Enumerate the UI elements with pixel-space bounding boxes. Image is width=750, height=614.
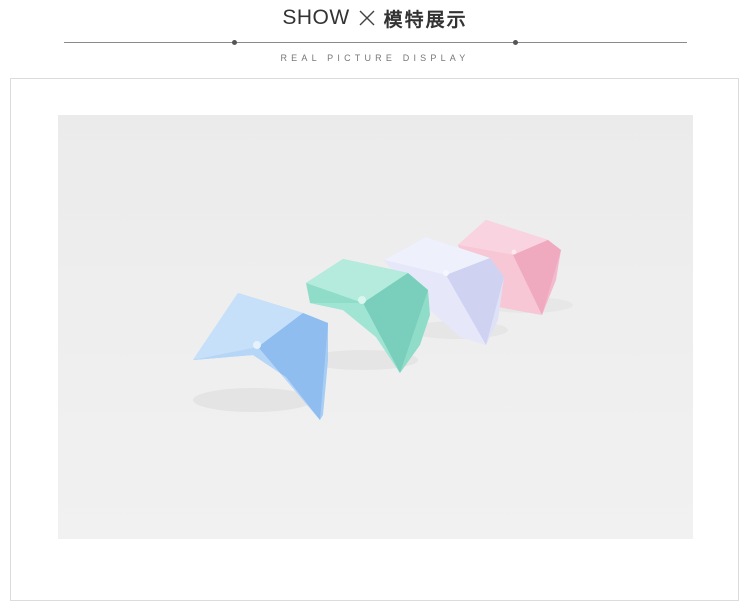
title-english: SHOW xyxy=(282,6,350,29)
divider-dot-right xyxy=(513,40,518,45)
paper-cups-illustration xyxy=(193,220,573,420)
section-header: SHOW 模特展示 REAL PICTURE DISPLAY xyxy=(0,0,750,75)
section-title: SHOW 模特展示 xyxy=(0,4,750,32)
cross-icon xyxy=(359,10,375,26)
divider-dot-left xyxy=(232,40,237,45)
header-divider xyxy=(64,42,687,43)
product-photo xyxy=(58,115,693,539)
section-subtitle: REAL PICTURE DISPLAY xyxy=(280,53,470,63)
title-chinese: 模特展示 xyxy=(383,9,468,31)
